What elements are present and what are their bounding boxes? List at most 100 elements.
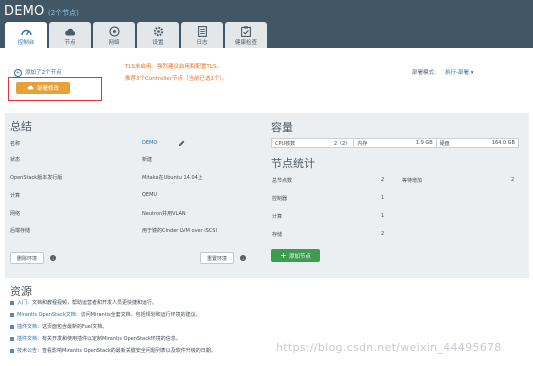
chevron-down-icon: ▾ xyxy=(469,70,474,76)
summary-key: 网络 xyxy=(10,211,21,217)
summary-key: 状态 xyxy=(10,157,21,163)
tab-logs[interactable]: 日志 xyxy=(181,22,223,48)
capacity-value: 164.0 GB xyxy=(491,140,515,146)
summary-key: 名称 xyxy=(10,141,21,147)
delete-environment-button[interactable]: 删除环境 xyxy=(10,252,44,264)
dashboard-icon xyxy=(20,26,32,37)
summary-key: 后端存储 xyxy=(10,228,31,234)
node-stat-label: 总节点数 xyxy=(272,178,293,184)
reset-environment-button[interactable]: 重置环境 xyxy=(200,252,234,264)
node-stat-value: 2 xyxy=(381,231,385,237)
resource-description: 文档和教程视频，帮助运营者和开发人员更快捷和运行。 xyxy=(32,300,158,306)
resource-link[interactable]: 技术公告： xyxy=(17,348,42,354)
deploy-button-label: 部署修改 xyxy=(36,86,59,92)
plus-icon: + xyxy=(280,250,287,260)
resource-item: 技术公告：查看影响Mirantis OpenStack的最新关键安全问题列表以及… xyxy=(10,347,216,354)
tab-nodes[interactable]: 节点 xyxy=(49,22,91,48)
capacity-table: CPU核数 2（2） 内存 1.9 GB 硬盘 164.0 GB xyxy=(271,138,519,148)
capacity-cell-disk: 硬盘 164.0 GB xyxy=(437,139,518,147)
summary-value: Neutron并用VLAN xyxy=(142,211,186,217)
tab-settings[interactable]: 设置 xyxy=(137,22,179,48)
tab-label: 日志 xyxy=(196,40,208,46)
capacity-title: 容量 xyxy=(271,121,293,134)
node-stat-value: 1 xyxy=(381,195,385,201)
resource-description: 这页面包含最新的Fuel文档。 xyxy=(42,324,108,330)
resources-title: 资源 xyxy=(10,285,32,298)
cloud-icon xyxy=(64,26,76,37)
deployment-mode-value: 执行-部署 xyxy=(445,70,469,76)
resource-link[interactable]: 插件文档： xyxy=(17,324,42,330)
capacity-label: 内存 xyxy=(357,140,368,147)
capacity-cell-cpu: CPU核数 2（2） xyxy=(272,139,355,147)
resource-item: 插件文档：有关开发和使用插件以定制Mirantis OpenStack环境的信息… xyxy=(10,335,181,342)
book-icon xyxy=(10,300,14,305)
pending-addition-value: 2 xyxy=(511,177,515,183)
pencil-icon[interactable] xyxy=(178,140,185,147)
resource-link[interactable]: Mirantis OpenStack文档： xyxy=(17,312,81,318)
resource-description: 查看影响Mirantis OpenStack的最新关键安全问题列表以及软件升级的… xyxy=(42,348,216,354)
environment-title: DEMO xyxy=(4,4,45,19)
resource-item: 入门：文档和教程视频，帮助运营者和开发人员更快捷和运行。 xyxy=(10,299,157,306)
environment-header: DEMO (2个节点) 控制台 节点 网络 设置 日志 健康检查 xyxy=(0,0,533,48)
summary-title: 总结 xyxy=(10,120,32,133)
node-stat-value: 1 xyxy=(381,213,385,219)
environment-name-link[interactable]: DEMO xyxy=(142,140,157,146)
summary-value: 用于镜的Cinder LVM over iSCSI xyxy=(142,228,217,234)
add-nodes-label: 添加节点 xyxy=(288,253,311,260)
cloud-upload-icon xyxy=(27,85,34,92)
resource-description: 有关开发和使用插件以定制Mirantis OpenStack环境的信息。 xyxy=(42,336,181,342)
node-stat-label: 控制器 xyxy=(272,196,288,202)
tab-label: 设置 xyxy=(152,40,164,46)
tls-warning: TLS未启用。强烈建议启用和配置TLS。 xyxy=(125,64,222,70)
resource-description: 访问Mirantis全套文档，包括规划和运行环境的建议。 xyxy=(80,312,201,318)
tab-label: 网络 xyxy=(108,40,120,46)
summary-value: 新建 xyxy=(142,157,153,163)
controller-warning: 推荐3个Controller节点（当前已选1个）。 xyxy=(125,76,228,82)
tab-network[interactable]: 网络 xyxy=(93,22,135,48)
book-icon xyxy=(10,312,14,317)
capacity-value: 1.9 GB xyxy=(415,140,433,146)
book-icon xyxy=(10,336,14,341)
tab-label: 健康检查 xyxy=(234,40,257,46)
book-icon xyxy=(10,324,14,329)
fuel-dashboard: DEMO (2个节点) 控制台 节点 网络 设置 日志 健康检查 + 添加了2个… xyxy=(0,0,533,366)
health-check-icon xyxy=(240,26,252,37)
nodes-added-text: 添加了2个节点 xyxy=(25,70,62,76)
environment-node-count: (2个节点) xyxy=(48,9,79,17)
resource-item: 插件文档：这页面包含最新的Fuel文档。 xyxy=(10,323,107,330)
deploy-changes-button[interactable]: 部署修改 xyxy=(16,82,70,94)
resource-item: Mirantis OpenStack文档：访问Mirantis全套文档，包括规划… xyxy=(10,311,201,318)
node-stat-value: 2 xyxy=(381,177,385,183)
gear-icon xyxy=(152,26,164,37)
tab-label: 节点 xyxy=(64,40,76,46)
summary-value: Mitaka在Ubuntu 14.04上 xyxy=(142,175,203,181)
tab-label: 控制台 xyxy=(17,40,35,46)
capacity-value: 2（2） xyxy=(333,140,351,147)
summary-key: 计算 xyxy=(10,193,21,199)
plus-circle-icon: + xyxy=(14,68,22,77)
resource-link[interactable]: 入门： xyxy=(17,300,32,306)
capacity-cell-memory: 内存 1.9 GB xyxy=(354,139,437,147)
watermark: https://blog.csdn.net/weixin_44495678 xyxy=(276,341,502,354)
log-icon xyxy=(196,26,208,37)
deployment-mode-label: 部署模式: xyxy=(412,70,436,76)
node-stat-label: 计算 xyxy=(272,214,283,220)
summary-key: OpenStack版本发行版 xyxy=(10,175,63,181)
nodes-added-notice: + 添加了2个节点 xyxy=(14,68,62,77)
capacity-label: 硬盘 xyxy=(439,140,450,147)
summary-value: QEMU xyxy=(142,192,158,198)
book-icon xyxy=(10,348,14,353)
info-icon[interactable]: i xyxy=(240,255,246,261)
add-nodes-button[interactable]: + 添加节点 xyxy=(271,249,320,262)
capacity-label: CPU核数 xyxy=(275,140,296,147)
info-icon[interactable]: i xyxy=(50,255,56,261)
deployment-mode-dropdown[interactable]: 执行-部署 ▾ xyxy=(445,68,474,76)
node-stats-title: 节点统计 xyxy=(271,157,315,170)
resource-link[interactable]: 插件文档： xyxy=(17,336,42,342)
pending-addition-label: 等待增加 xyxy=(402,178,423,184)
node-stat-label: 存储 xyxy=(272,232,283,238)
tab-health-check[interactable]: 健康检查 xyxy=(225,22,267,48)
network-icon xyxy=(108,26,120,37)
tab-bar: 控制台 节点 网络 设置 日志 健康检查 xyxy=(5,22,267,48)
tab-dashboard[interactable]: 控制台 xyxy=(5,22,47,48)
